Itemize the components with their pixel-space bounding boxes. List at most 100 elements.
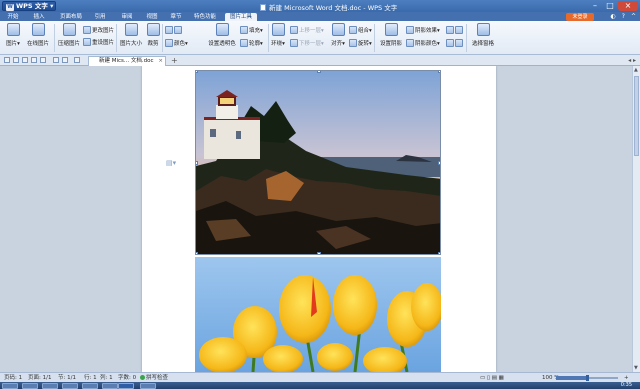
align-button[interactable]: 对齐▾ xyxy=(330,23,346,47)
print-icon[interactable] xyxy=(22,57,28,63)
taskbar-app-button[interactable] xyxy=(82,383,98,389)
document-tab[interactable]: 新建 Mics... 文档.doc × xyxy=(88,56,166,66)
resize-handle[interactable] xyxy=(438,252,440,254)
resize-handle[interactable] xyxy=(317,252,321,254)
wps-app-menu-button[interactable]: W WPS 文字 ▾ xyxy=(2,1,56,11)
shadow-color-label: 阴影颜色 xyxy=(415,41,438,47)
shadow-effect-button[interactable]: 阴影效果▾ xyxy=(406,26,440,34)
change-picture-label: 更改图片 xyxy=(92,28,115,34)
open-icon[interactable] xyxy=(4,57,10,63)
help-icon[interactable]: ? xyxy=(622,13,625,20)
resize-handle[interactable] xyxy=(317,71,321,73)
picture-size-button[interactable]: 图片大小 xyxy=(118,23,144,47)
resize-handle[interactable] xyxy=(438,71,440,73)
reset-picture-button[interactable]: 重设图片 xyxy=(83,38,114,46)
scroll-up-icon[interactable]: ▲ xyxy=(634,67,638,73)
tab-insert[interactable]: 插入 xyxy=(30,13,48,21)
zoom-in-icon[interactable]: + xyxy=(624,374,629,382)
crop-button[interactable]: 裁剪 xyxy=(146,23,160,47)
status-pages: 页面: 1/1 xyxy=(28,375,52,381)
contrast-button[interactable] xyxy=(165,26,183,34)
tab-chapter[interactable]: 章节 xyxy=(167,13,185,21)
tulips-picture[interactable] xyxy=(195,257,441,372)
collapse-ribbon-icon[interactable]: ^ xyxy=(631,13,636,20)
minimize-button[interactable]: – xyxy=(588,1,602,11)
taskbar-app-button[interactable] xyxy=(102,383,118,389)
zoom-slider[interactable] xyxy=(556,375,618,381)
resize-handle[interactable] xyxy=(438,161,440,165)
tab-review[interactable]: 审阅 xyxy=(118,13,136,21)
scrollbar-thumb[interactable] xyxy=(634,76,639,156)
group-button[interactable]: 组合▾ xyxy=(349,26,372,34)
close-button[interactable]: × xyxy=(618,1,638,11)
outline-button[interactable]: 轮廓▾ xyxy=(240,39,263,47)
resize-handle[interactable] xyxy=(196,161,198,165)
contrast-icon xyxy=(165,26,173,34)
tab-start[interactable]: 开始 xyxy=(4,13,22,21)
insert-picture-button[interactable]: 图片▾ xyxy=(5,23,21,47)
save-icon[interactable] xyxy=(13,57,19,63)
shadow-nudge-up-button[interactable] xyxy=(446,26,464,34)
redo-icon[interactable] xyxy=(62,57,68,63)
bring-forward-button[interactable]: 上移一层▾ xyxy=(290,26,324,34)
nudge-up-icon xyxy=(446,26,454,34)
tab-page-layout[interactable]: 页面布局 xyxy=(57,13,85,21)
tab-scroll-arrows[interactable]: ◂ ▸ xyxy=(628,57,636,64)
tab-view[interactable]: 视图 xyxy=(143,13,161,21)
scroll-down-icon[interactable]: ▼ xyxy=(634,365,638,371)
tab-picture-tools[interactable]: 图片工具 xyxy=(225,13,257,21)
print-preview-icon[interactable] xyxy=(31,57,37,63)
change-picture-button[interactable]: 更改图片 xyxy=(83,26,114,34)
customize-toolbar-icon[interactable] xyxy=(74,57,80,63)
skin-icon[interactable]: ◐ xyxy=(611,13,616,20)
status-bar: 页码: 1 页面: 1/1 节: 1/1 行: 1 列: 1 字数: 0 拼写检… xyxy=(0,372,640,382)
tab-references[interactable]: 引用 xyxy=(91,13,109,21)
close-tab-icon[interactable]: × xyxy=(158,57,163,66)
login-button[interactable]: 未登录 xyxy=(566,13,594,21)
set-shadow-button[interactable]: 设置阴影 xyxy=(378,23,404,47)
online-picture-icon xyxy=(31,23,45,36)
selection-pane-button[interactable]: 选择窗格 xyxy=(470,23,496,47)
document-tab-title: 新建 Mics... 文档.doc xyxy=(99,58,154,64)
compress-picture-button[interactable]: 压缩图片 xyxy=(57,23,81,47)
send-backward-button[interactable]: 下移一层▾ xyxy=(290,39,324,47)
view-mode-icons[interactable]: ▭ ▯ ▤ ▦ xyxy=(480,374,504,382)
online-picture-button[interactable]: 在线图片 xyxy=(26,23,50,47)
shadow-nudge-left-button[interactable] xyxy=(446,39,464,47)
resize-handle[interactable] xyxy=(196,71,198,73)
group-icon xyxy=(349,26,357,34)
status-row: 行: 1 xyxy=(84,375,97,381)
paragraph-marker-icon[interactable]: ▤▾ xyxy=(166,159,176,167)
vertical-scrollbar[interactable]: ▲ ▼ xyxy=(632,66,640,372)
document-icon xyxy=(260,4,266,11)
color-button[interactable]: 颜色▾ xyxy=(165,39,188,47)
new-tab-button[interactable]: + xyxy=(171,56,178,65)
taskbar-wps-button[interactable] xyxy=(118,383,134,389)
zoom-slider-knob[interactable] xyxy=(585,375,589,381)
tulips-photo xyxy=(195,257,441,372)
nudge-down-icon xyxy=(455,26,463,34)
status-section: 节: 1/1 xyxy=(58,375,76,381)
undo-icon[interactable] xyxy=(53,57,59,63)
wrap-text-button[interactable]: 环绕▾ xyxy=(270,23,286,47)
crop-icon xyxy=(146,23,160,36)
taskbar-clock: 0:35 xyxy=(620,382,632,388)
resize-handle[interactable] xyxy=(196,252,198,254)
taskbar-app-button[interactable] xyxy=(140,383,156,389)
maximize-button[interactable]: □ xyxy=(603,1,617,11)
start-button[interactable] xyxy=(2,383,18,389)
taskbar-app-button[interactable] xyxy=(62,383,78,389)
document-page[interactable]: ▤▾ xyxy=(142,66,496,372)
tab-features[interactable]: 特色功能 xyxy=(191,13,219,21)
format-painter-icon[interactable] xyxy=(40,57,46,63)
spell-check-button[interactable]: 拼写检查 xyxy=(140,374,168,382)
send-backward-label: 下移一层 xyxy=(299,41,322,47)
lighthouse-picture[interactable] xyxy=(195,70,441,255)
set-transparent-color-button[interactable]: 设置透明色 xyxy=(207,23,237,47)
shadow-color-button[interactable]: 阴影颜色▾ xyxy=(406,39,440,47)
taskbar-app-button[interactable] xyxy=(22,383,38,389)
fill-button[interactable]: 填充▾ xyxy=(240,26,263,34)
rotate-button[interactable]: 旋转▾ xyxy=(349,39,372,47)
color-label: 颜色 xyxy=(174,41,186,47)
taskbar-app-button[interactable] xyxy=(42,383,58,389)
